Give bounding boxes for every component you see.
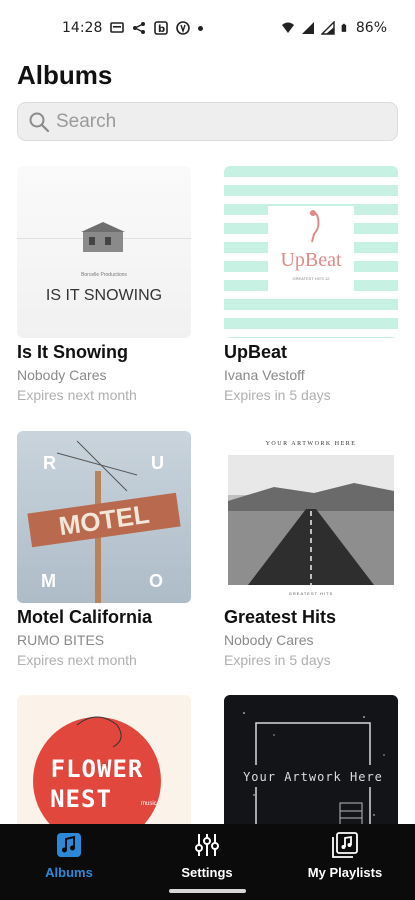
tab-settings[interactable]: Settings (152, 832, 262, 880)
flower-nest-art: FLOWER NEST music (33, 716, 161, 824)
album-cover[interactable]: UpBeat GREATEST HITS 12 (224, 166, 398, 338)
battery-icon (341, 23, 347, 32)
album-cover[interactable]: Your Artwork Here (224, 695, 398, 824)
signal-2-icon (320, 21, 335, 35)
tab-albums-label: Albums (45, 865, 93, 880)
cover-small-text: GREATEST HITS (289, 591, 333, 596)
share-network-icon (133, 22, 146, 34)
album-grid[interactable]: Borcelle Productions IS IT SNOWING Is It… (17, 166, 398, 824)
road-art: YOUR ARTWORK HERE GREATEST HITS (228, 441, 394, 596)
wifi-icon (281, 22, 294, 33)
battery-percent: 86% (355, 20, 387, 36)
album-card-greatest-hits[interactable]: YOUR ARTWORK HERE GREATEST HITS Greatest… (224, 431, 398, 668)
album-card-upbeat[interactable]: UpBeat GREATEST HITS 12 UpBeat Ivana Ves… (224, 166, 398, 403)
cover-letter-o: O (149, 571, 163, 591)
home-indicator (169, 889, 246, 893)
cover-title-text-2: NEST (50, 785, 112, 813)
search-bar[interactable] (17, 102, 398, 141)
album-artist: Nobody Cares (17, 367, 107, 383)
tab-my-playlists[interactable]: My Playlists (290, 832, 400, 880)
album-artist: RUMO BITES (17, 632, 105, 648)
status-bar: 14:28 b 86% (0, 0, 415, 56)
app-b-icon: b (154, 21, 169, 35)
tab-albums[interactable]: Albums (14, 832, 124, 880)
sliders-icon (195, 834, 219, 856)
cover-letter-u: U (151, 453, 164, 473)
motel-sign-art: MOTEL R U M O (27, 440, 181, 603)
album-cover[interactable]: FLOWER NEST music (17, 695, 191, 824)
cover-letter-m: M (41, 571, 56, 591)
cover-title-text: UpBeat (280, 249, 342, 271)
playlist-icon (332, 832, 358, 858)
album-artist: Nobody Cares (224, 632, 314, 648)
album-title: UpBeat (224, 342, 288, 362)
snow-house-art: Borcelle Productions IS IT SNOWING (17, 222, 191, 304)
tab-settings-label: Settings (181, 865, 233, 880)
tab-my-playlists-label: My Playlists (307, 865, 383, 880)
album-card-motel-california[interactable]: MOTEL R U M O Motel California RUMO BITE… (17, 431, 191, 668)
album-title: Greatest Hits (224, 607, 337, 627)
cover-letter-r: R (43, 453, 56, 473)
album-card-is-it-snowing[interactable]: Borcelle Productions IS IT SNOWING Is It… (17, 166, 191, 403)
cover-title-text: IS IT SNOWING (46, 287, 162, 304)
music-note-icon (57, 833, 81, 857)
app-circle-icon (176, 21, 191, 35)
cover-small-text: Borcelle Productions (81, 272, 127, 278)
cover-title-text: FLOWER (51, 755, 144, 783)
album-card-flower-nest[interactable]: FLOWER NEST music (17, 695, 191, 824)
album-title: Is It Snowing (17, 342, 128, 362)
album-card-artwork[interactable]: Your Artwork Here (224, 695, 398, 824)
album-expiry: Expires next month (17, 652, 137, 668)
cover-small-text: music (141, 801, 157, 807)
more-notifications-dot (198, 25, 204, 31)
notification-icon (110, 22, 125, 33)
upbeat-art: UpBeat GREATEST HITS 12 (268, 206, 354, 296)
svg-text:b: b (158, 24, 165, 35)
album-expiry: Expires in 5 days (224, 652, 331, 668)
cover-title-text: YOUR ARTWORK HERE (266, 441, 357, 447)
cover-small-text: GREATEST HITS 12 (293, 276, 331, 281)
album-expiry: Expires next month (17, 387, 137, 403)
starfield-art: Your Artwork Here (243, 712, 385, 824)
album-cover[interactable]: YOUR ARTWORK HERE GREATEST HITS (224, 431, 398, 603)
album-title: Motel California (17, 607, 153, 627)
album-expiry: Expires in 5 days (224, 387, 331, 403)
search-icon (29, 112, 50, 132)
album-cover[interactable]: Borcelle Productions IS IT SNOWING (17, 166, 191, 338)
signal-icon (301, 22, 314, 34)
page-title: Albums (17, 60, 113, 90)
album-cover[interactable]: MOTEL R U M O (17, 431, 191, 603)
cover-title-text: Your Artwork Here (243, 770, 383, 784)
status-time: 14:28 (62, 20, 103, 36)
search-input[interactable] (56, 110, 376, 133)
cover-title-text: MOTEL (57, 499, 151, 541)
album-artist: Ivana Vestoff (224, 367, 305, 383)
